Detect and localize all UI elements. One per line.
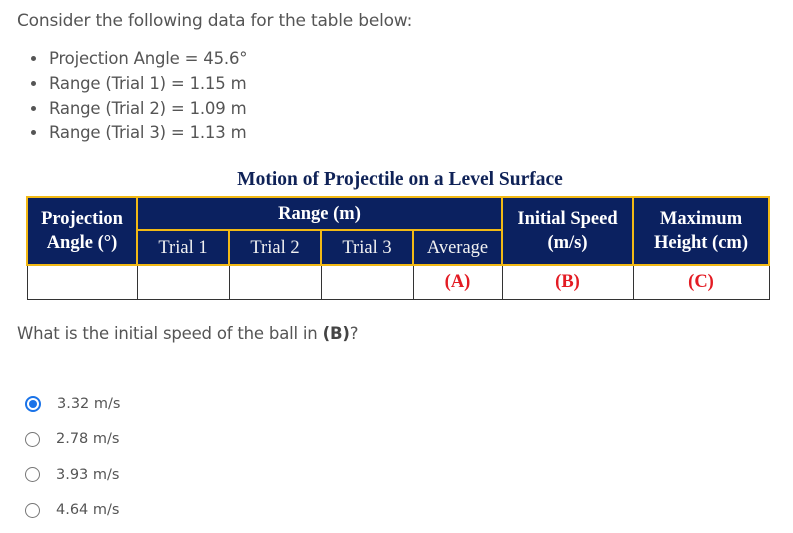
header-height-line1: Maximum xyxy=(659,209,743,229)
header-angle-line1: Projection xyxy=(41,209,123,229)
option-label: 3.32 m/s xyxy=(57,395,121,412)
header-trial1: Trial 1 xyxy=(136,229,230,266)
radio-selected-icon[interactable] xyxy=(25,395,41,412)
answer-options: 3.32 m/s 2.78 m/s 3.93 m/s 4.64 m/s xyxy=(24,386,120,528)
cell-trial3 xyxy=(320,264,414,300)
answer-option[interactable]: 3.93 m/s xyxy=(24,457,120,493)
question-suffix: ? xyxy=(349,324,359,343)
radio-unselected-icon[interactable] xyxy=(25,431,40,447)
question-bold-marker: (B) xyxy=(322,324,350,343)
header-trial3: Trial 3 xyxy=(320,229,414,266)
cell-initial-speed: (B) xyxy=(501,264,634,300)
given-data-list: Projection Angle = 45.6° Range (Trial 1)… xyxy=(30,47,247,146)
cell-maximum-height: (C) xyxy=(632,264,770,300)
header-speed-line1: Initial Speed xyxy=(517,209,618,229)
cell-trial1 xyxy=(136,264,230,300)
data-item-trial1: Range (Trial 1) = 1.15 m xyxy=(48,72,247,97)
projectile-table: Projection Angle (°) Range (m) Initial S… xyxy=(26,195,770,300)
header-maximum-height: Maximum Height (cm) xyxy=(632,196,770,266)
header-initial-speed: Initial Speed (m/s) xyxy=(501,196,634,266)
data-item-trial2: Range (Trial 2) = 1.09 m xyxy=(48,97,247,122)
question-text: What is the initial speed of the ball in… xyxy=(17,324,358,343)
intro-text: Consider the following data for the tabl… xyxy=(17,11,413,31)
cell-trial2 xyxy=(228,264,322,300)
header-height-line2: Height (cm) xyxy=(653,233,748,253)
answer-option[interactable]: 4.64 m/s xyxy=(24,493,120,529)
cell-average: (A) xyxy=(412,264,503,300)
header-speed-line2: (m/s) xyxy=(547,233,588,253)
data-item-trial3: Range (Trial 3) = 1.13 m xyxy=(48,121,247,146)
header-range: Range (m) xyxy=(136,195,503,232)
header-projection-angle: Projection Angle (°) xyxy=(26,196,138,266)
radio-unselected-icon[interactable] xyxy=(25,467,40,483)
radio-unselected-icon[interactable] xyxy=(25,502,40,518)
header-average: Average xyxy=(412,229,503,266)
option-label: 2.78 m/s xyxy=(56,431,120,448)
option-label: 4.64 m/s xyxy=(56,502,120,519)
table-row: (A) (B) (C) xyxy=(26,264,770,300)
data-item-angle: Projection Angle = 45.6° xyxy=(48,47,247,72)
table-title: Motion of Projectile on a Level Surface xyxy=(237,169,563,190)
cell-angle xyxy=(26,264,138,300)
answer-option[interactable]: 3.32 m/s xyxy=(24,386,120,422)
header-angle-line2: Angle (°) xyxy=(46,233,118,253)
header-trial2: Trial 2 xyxy=(228,229,322,266)
question-prefix: What is the initial speed of the ball in xyxy=(17,324,323,343)
option-label: 3.93 m/s xyxy=(56,466,120,483)
table-header-row: Projection Angle (°) Range (m) Initial S… xyxy=(26,195,770,266)
answer-option[interactable]: 2.78 m/s xyxy=(24,422,120,458)
